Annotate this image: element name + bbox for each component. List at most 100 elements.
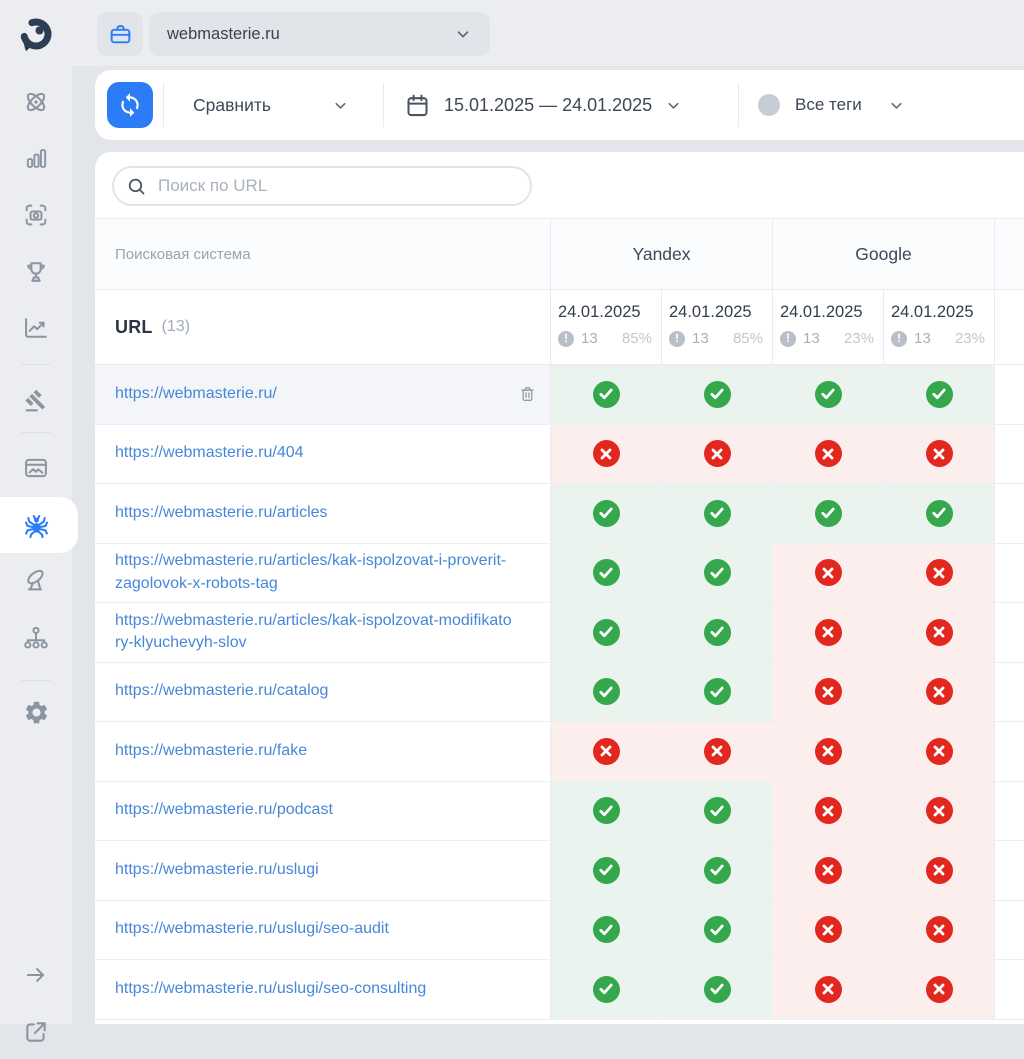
- status-cell[interactable]: [883, 960, 994, 1019]
- date-column-header[interactable]: 24.01.2025 !1385%: [550, 290, 661, 364]
- date-column-header[interactable]: 24.01.2025!1385%: [661, 290, 772, 364]
- url-link[interactable]: https://webmasterie.ru/uslugi: [115, 859, 319, 882]
- status-cell[interactable]: [883, 603, 994, 662]
- url-link[interactable]: https://webmasterie.ru/404: [115, 442, 304, 465]
- status-cell[interactable]: [661, 960, 772, 1019]
- status-cell[interactable]: [772, 425, 883, 484]
- status-cell[interactable]: [661, 782, 772, 841]
- status-cell[interactable]: [550, 484, 661, 543]
- status-cell[interactable]: [883, 365, 994, 424]
- status-cell[interactable]: [883, 782, 994, 841]
- sidebar-item-summary[interactable]: [0, 301, 72, 355]
- chevron-down-icon: [888, 97, 905, 114]
- project-dropdown[interactable]: webmasterie.ru: [149, 12, 490, 56]
- sidebar-item-settings[interactable]: [0, 685, 72, 739]
- sidebar-item-competitors[interactable]: [0, 245, 72, 299]
- status-cell[interactable]: [883, 722, 994, 781]
- ads-icon: [22, 454, 50, 482]
- date-column-header[interactable]: 24.01.2025!1323%: [883, 290, 994, 364]
- status-cell[interactable]: [772, 960, 883, 1019]
- status-cell[interactable]: [661, 603, 772, 662]
- url-link[interactable]: https://webmasterie.ru/: [115, 383, 277, 406]
- status-cell[interactable]: [772, 782, 883, 841]
- sidebar-divider: [21, 680, 51, 681]
- column-percent: 85%: [733, 330, 765, 347]
- status-cell[interactable]: [550, 960, 661, 1019]
- status-cell[interactable]: [661, 365, 772, 424]
- status-cell[interactable]: [772, 663, 883, 722]
- search-input[interactable]: [156, 175, 518, 197]
- cross-icon: [926, 916, 953, 943]
- status-cell[interactable]: [550, 663, 661, 722]
- status-cell[interactable]: [550, 901, 661, 960]
- url-link[interactable]: https://webmasterie.ru/catalog: [115, 680, 328, 703]
- url-link[interactable]: https://webmasterie.ru/articles/kak-ispo…: [115, 610, 514, 655]
- status-cell[interactable]: [550, 722, 661, 781]
- sidebar-collapse-button[interactable]: [0, 948, 72, 1002]
- sidebar-external-link[interactable]: [0, 1005, 72, 1059]
- status-cell[interactable]: [883, 663, 994, 722]
- url-cell: https://webmasterie.ru/uslugi: [95, 841, 550, 900]
- status-cell[interactable]: [661, 841, 772, 900]
- status-cell[interactable]: [661, 722, 772, 781]
- url-link[interactable]: https://webmasterie.ru/articles: [115, 502, 328, 525]
- radar-icon: [22, 566, 50, 594]
- status-cell[interactable]: [883, 425, 994, 484]
- status-cell[interactable]: [772, 841, 883, 900]
- status-cell[interactable]: [883, 484, 994, 543]
- project-briefcase-tile[interactable]: [97, 12, 143, 56]
- status-cell[interactable]: [550, 425, 661, 484]
- status-cell[interactable]: [661, 425, 772, 484]
- date-column-header[interactable]: 24.01.2025!1323%: [772, 290, 883, 364]
- status-cell[interactable]: [772, 603, 883, 662]
- status-cell[interactable]: [883, 841, 994, 900]
- url-link[interactable]: https://webmasterie.ru/uslugi/seo-consul…: [115, 978, 426, 1001]
- check-icon: [593, 857, 620, 884]
- url-link[interactable]: https://webmasterie.ru/articles/kak-ispo…: [115, 550, 514, 595]
- compare-button[interactable]: Сравнить: [183, 70, 355, 140]
- sidebar-item-ads[interactable]: [0, 441, 72, 495]
- sidebar-item-positions[interactable]: [0, 131, 72, 185]
- status-cell[interactable]: [550, 603, 661, 662]
- column-count: 13: [581, 330, 598, 347]
- status-cell[interactable]: [550, 365, 661, 424]
- tags-filter-button[interactable]: Все теги: [758, 70, 905, 140]
- sidebar-item-projects[interactable]: [0, 75, 72, 129]
- sidebar-item-radar[interactable]: [0, 553, 72, 607]
- status-cell[interactable]: [661, 663, 772, 722]
- check-icon: [704, 381, 731, 408]
- status-cell[interactable]: [772, 901, 883, 960]
- row-spacer: [994, 782, 1024, 841]
- logo-icon: [14, 13, 58, 57]
- status-cell[interactable]: [661, 484, 772, 543]
- table-row: https://webmasterie.ru/404: [95, 425, 1024, 485]
- column-date: 24.01.2025: [558, 303, 654, 322]
- app-logo[interactable]: [14, 13, 58, 57]
- status-cell[interactable]: [550, 841, 661, 900]
- status-cell[interactable]: [550, 782, 661, 841]
- status-cell[interactable]: [772, 365, 883, 424]
- column-stats: !1385%: [558, 330, 654, 347]
- status-cell[interactable]: [772, 722, 883, 781]
- url-link[interactable]: https://webmasterie.ru/podcast: [115, 799, 333, 822]
- status-cell[interactable]: [661, 544, 772, 603]
- url-link[interactable]: https://webmasterie.ru/fake: [115, 740, 307, 763]
- sidebar-item-auction[interactable]: [0, 373, 72, 427]
- status-cell[interactable]: [772, 484, 883, 543]
- settings-icon: [23, 699, 50, 726]
- row-spacer: [994, 663, 1024, 722]
- delete-url-button[interactable]: [518, 385, 537, 404]
- status-cell[interactable]: [883, 544, 994, 603]
- trash-icon: [518, 385, 537, 404]
- sidebar-item-sitemap[interactable]: [0, 611, 72, 665]
- status-cell[interactable]: [550, 544, 661, 603]
- status-cell[interactable]: [883, 901, 994, 960]
- refresh-button[interactable]: [107, 82, 153, 128]
- cross-icon: [704, 738, 731, 765]
- date-range-button[interactable]: 15.01.2025 — 24.01.2025: [404, 70, 682, 140]
- sidebar-item-indexing[interactable]: [0, 498, 72, 552]
- status-cell[interactable]: [772, 544, 883, 603]
- sidebar-item-snapshots[interactable]: [0, 188, 72, 242]
- url-link[interactable]: https://webmasterie.ru/uslugi/seo-audit: [115, 918, 389, 941]
- status-cell[interactable]: [661, 901, 772, 960]
